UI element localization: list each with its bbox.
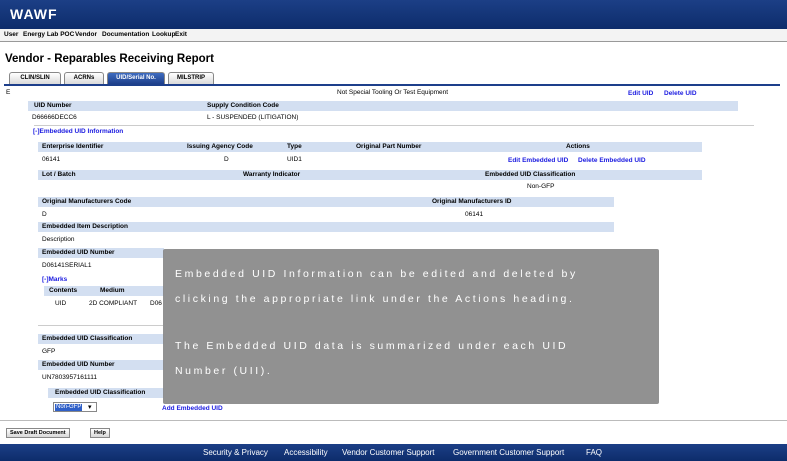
marks-toggle[interactable]: [-]Marks — [42, 276, 67, 283]
menu-exit[interactable]: Exit — [175, 31, 187, 38]
delete-uid-link[interactable]: Delete UID — [664, 90, 697, 97]
footer-vendor-support[interactable]: Vendor Customer Support — [342, 448, 435, 457]
uid-number-header: UID Number — [34, 102, 72, 109]
tab-acrns[interactable]: ACRNs — [64, 72, 104, 84]
callout-line-4: Number (UII). — [175, 365, 273, 377]
marks-medium-header: Medium — [100, 287, 125, 294]
type-header: Type — [287, 143, 302, 150]
embedded-uid-number-header: Embedded UID Number — [42, 249, 115, 256]
classification-select[interactable]: Non-GFP ▾ — [53, 402, 97, 412]
embedded-uid-number2-header: Embedded UID Number — [42, 361, 115, 368]
delete-embedded-uid-link[interactable]: Delete Embedded UID — [578, 157, 646, 164]
actions-header: Actions — [566, 143, 590, 150]
embedded-classification-value: Non-GFP — [527, 183, 555, 190]
callout-line-1: Embedded UID Information can be edited a… — [175, 268, 578, 280]
lot-table-header — [38, 170, 702, 180]
omc-value: D — [42, 211, 47, 218]
page-title: Vendor - Reparables Receiving Report — [5, 53, 214, 65]
tab-milstrip[interactable]: MILSTRIP — [168, 72, 214, 84]
menu-documentation[interactable]: Documentation — [102, 31, 149, 38]
omid-value: 06141 — [465, 211, 484, 218]
omid-header: Original Manufacturers ID — [432, 198, 512, 205]
chevron-down-icon: ▾ — [88, 404, 92, 411]
tooling-status: Not Special Tooling Or Test Equipment — [337, 89, 449, 96]
lot-batch-header: Lot / Batch — [42, 171, 76, 178]
callout-line-3: The Embedded UID data is summarized unde… — [175, 340, 569, 352]
help-button[interactable]: Help — [90, 428, 110, 438]
supply-condition-header: Supply Condition Code — [207, 102, 279, 109]
footer-accessibility[interactable]: Accessibility — [284, 448, 328, 457]
save-draft-button[interactable]: Save Draft Document — [6, 428, 70, 438]
issuing-agency-value: D — [224, 156, 229, 163]
embedded-item-desc-value: Description — [42, 236, 75, 243]
supply-condition-value: L - SUSPENDED (LITIGATION) — [207, 114, 299, 121]
select-value: Non-GFP — [55, 404, 83, 411]
footer-faq[interactable]: FAQ — [586, 448, 602, 457]
embedded-uid-number-value: D06141SERIAL1 — [42, 262, 92, 269]
classification2-header: Embedded UID Classification — [42, 335, 133, 342]
classification3-header: Embedded UID Classification — [55, 389, 146, 396]
divider-3 — [0, 420, 787, 421]
embedded-uid-number2-value: UN7803957161111 — [42, 374, 97, 381]
edit-uid-link[interactable]: Edit UID — [628, 90, 653, 97]
classification2-value: GFP — [42, 348, 56, 355]
embedded-item-desc-header: Embedded Item Description — [42, 223, 128, 230]
app-header: WAWF — [0, 0, 787, 29]
embedded-classification-header: Embedded UID Classification — [485, 171, 576, 178]
wawf-screen: WAWF User Energy Lab POC Vendor Document… — [0, 0, 787, 461]
menu-vendor[interactable]: Vendor — [75, 31, 97, 38]
uid-number-value: D66666DECC6 — [32, 114, 77, 121]
type-value: UID1 — [287, 156, 302, 163]
edit-embedded-uid-link[interactable]: Edit Embedded UID — [508, 157, 568, 164]
tutorial-callout: Embedded UID Information can be edited a… — [163, 249, 659, 404]
tab-uid-serial[interactable]: UID/Serial No. — [107, 72, 165, 84]
divider — [34, 125, 754, 126]
app-title: WAWF — [10, 6, 58, 22]
footer-government-support[interactable]: Government Customer Support — [453, 448, 564, 457]
marks-contents-header: Contents — [49, 287, 78, 294]
tab-clin-slin[interactable]: CLIN/SLIN — [9, 72, 61, 84]
issuing-agency-header: Issuing Agency Code — [187, 143, 253, 150]
original-part-header: Original Part Number — [356, 143, 422, 150]
warranty-indicator-header: Warranty Indicator — [243, 171, 301, 178]
uid-table-header — [28, 101, 738, 111]
footer: Security & Privacy Accessibility Vendor … — [0, 444, 787, 461]
menu-lookup[interactable]: Lookup — [152, 31, 175, 38]
tab-underline — [4, 84, 780, 86]
divider-2 — [38, 325, 163, 326]
footer-security-privacy[interactable]: Security & Privacy — [203, 448, 268, 457]
row-indicator: E — [6, 89, 11, 96]
embedded-uid-toggle[interactable]: [-]Embedded UID Information — [33, 128, 123, 135]
menu-bar: User Energy Lab POC Vendor Documentation… — [0, 29, 787, 42]
marks-medium-value: 2D COMPLIANT — [89, 300, 138, 307]
callout-line-2: clicking the appropriate link under the … — [175, 293, 575, 305]
menu-user[interactable]: User — [4, 31, 18, 38]
menu-energy-lab-poc[interactable]: Energy Lab POC — [23, 31, 74, 38]
add-embedded-uid-link[interactable]: Add Embedded UID — [162, 405, 223, 412]
marks-contents-value: UID — [55, 300, 67, 307]
enterprise-identifier-header: Enterprise Identifier — [42, 143, 104, 150]
marks-value: D06 — [150, 300, 162, 307]
enterprise-identifier-value: 06141 — [42, 156, 61, 163]
omc-header: Original Manufacturers Code — [42, 198, 132, 205]
